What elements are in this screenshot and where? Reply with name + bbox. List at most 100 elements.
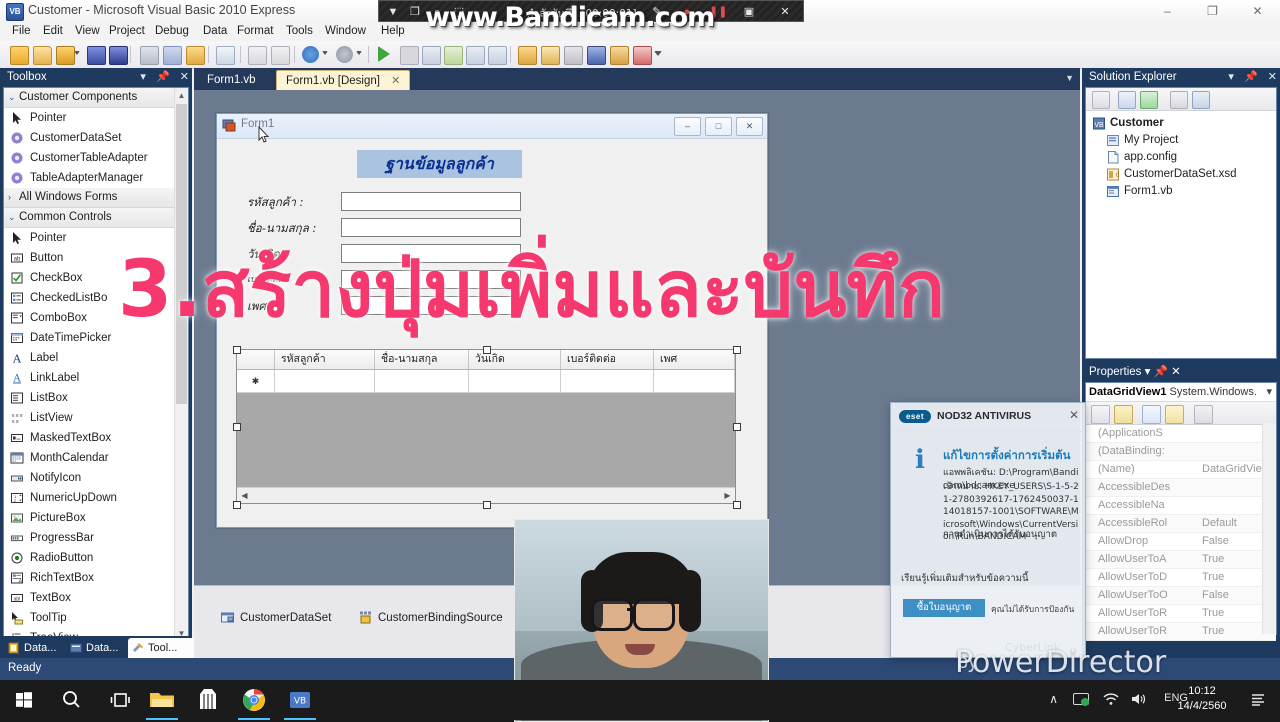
property-row[interactable]: AllowUserToR True <box>1086 623 1276 641</box>
refresh-icon[interactable] <box>1140 91 1158 109</box>
resize-handle-e[interactable] <box>733 423 741 431</box>
categorized-icon[interactable] <box>1091 405 1110 424</box>
file-explorer-button[interactable] <box>146 684 178 716</box>
window-target-icon[interactable]: ❐ <box>407 4 423 20</box>
property-value[interactable]: True <box>1202 551 1224 568</box>
label-customer-id[interactable]: รหัสลูกค้า : <box>247 194 303 212</box>
view-code-icon[interactable] <box>1170 91 1188 109</box>
step-out-icon[interactable] <box>488 46 507 65</box>
menu-help[interactable]: Help <box>376 24 410 39</box>
chevron-down-icon[interactable]: ⌄ <box>8 208 19 227</box>
property-row[interactable]: (DataBinding: <box>1086 443 1276 461</box>
property-row[interactable]: AllowUserToD True <box>1086 569 1276 587</box>
window-controls[interactable]: – ❐ ✕ <box>1145 0 1280 22</box>
property-value[interactable]: True <box>1202 623 1224 640</box>
eset-notification-toast[interactable]: eset NOD32 ANTIVIRUS ✕ ℹ แก้ไขการตั้งค่า… <box>890 402 1086 658</box>
toolbox-item-customerdataset[interactable]: CustomerDataSet <box>4 128 188 148</box>
menu-view[interactable]: View <box>70 24 105 39</box>
resize-handle-ne[interactable] <box>733 346 741 354</box>
resize-handle-sw[interactable] <box>233 501 241 509</box>
redo-icon[interactable] <box>336 46 353 63</box>
close-icon[interactable]: ✕ <box>180 71 189 83</box>
solution-explorer-toolbar[interactable] <box>1086 88 1276 111</box>
toolbox-category-all-windows-forms[interactable]: › All Windows Forms <box>4 188 188 208</box>
solution-tree[interactable]: VB Customer My Project app.config 0 Cust… <box>1086 111 1276 200</box>
menu-project[interactable]: Project <box>104 24 150 39</box>
save-all-icon[interactable] <box>109 46 128 65</box>
cut-icon[interactable] <box>140 46 159 65</box>
property-row[interactable]: AccessibleRol Default <box>1086 515 1276 533</box>
start-debug-icon[interactable] <box>378 46 390 62</box>
datagridview1[interactable]: รหัสลูกค้า ชื่อ-นามสกุล วันเกิด เบอร์ติด… <box>236 349 736 504</box>
toolbox-item-tooltip[interactable]: ToolTip <box>4 608 188 628</box>
chevron-down-icon[interactable] <box>74 51 80 55</box>
copy-icon[interactable] <box>163 46 182 65</box>
property-row[interactable]: AllowUserToO False <box>1086 587 1276 605</box>
properties-grid[interactable]: DataGridView1 System.Windows. ▾ (Applica… <box>1085 382 1277 641</box>
grid-cell-phone[interactable] <box>561 370 654 392</box>
property-row[interactable]: AllowUserToA True <box>1086 551 1276 569</box>
property-row[interactable]: (ApplicationS <box>1086 425 1276 443</box>
comment-icon[interactable] <box>248 46 267 65</box>
undo-dropdown-icon[interactable] <box>322 51 328 55</box>
properties-view-icon[interactable] <box>1142 405 1161 424</box>
properties-window-icon[interactable] <box>541 46 560 65</box>
task-view-button[interactable] <box>104 684 136 716</box>
new-project-icon[interactable] <box>10 46 29 65</box>
toolbox-item-listview[interactable]: 88888 ListView <box>4 408 188 428</box>
menu-debug[interactable]: Debug <box>150 24 194 39</box>
property-pages-icon[interactable] <box>1194 405 1213 424</box>
properties-toolbar[interactable] <box>1086 402 1276 425</box>
textbox-fullname[interactable] <box>341 218 521 237</box>
menu-file[interactable]: File <box>7 24 36 39</box>
open-file-icon[interactable] <box>33 46 52 65</box>
toolbox-list[interactable]: ⌄ Customer Components Pointer CustomerDat… <box>3 87 189 642</box>
form-heading-label[interactable]: ฐานข้อมูลลูกค้า <box>357 150 522 178</box>
close-icon[interactable]: ✕ <box>391 75 400 87</box>
menu-edit[interactable]: Edit <box>38 24 68 39</box>
toolbox-scrollbar[interactable]: ▲ ▼ <box>174 88 188 641</box>
windows-taskbar[interactable]: VB ∧ ENG 10:12 14/4/2560 <box>0 680 1280 720</box>
grid-cell-birthdate[interactable] <box>469 370 561 392</box>
step-icon[interactable] <box>422 46 441 65</box>
scroll-up-arrow[interactable]: ▲ <box>175 88 188 103</box>
wifi-icon[interactable] <box>1102 692 1120 709</box>
step-over-icon[interactable] <box>466 46 485 65</box>
object-browser-icon[interactable] <box>587 46 606 65</box>
document-tabstrip[interactable]: Form1.vb Form1.vb [Design] ✕ ▼ <box>194 68 1080 90</box>
resize-handle-w[interactable] <box>233 423 241 431</box>
find-icon[interactable] <box>216 46 235 65</box>
property-value[interactable]: Default <box>1202 515 1237 532</box>
form-minimize-button[interactable]: – <box>674 117 701 136</box>
pin-icon[interactable]: 📌 <box>156 71 170 83</box>
paste-icon[interactable] <box>186 46 205 65</box>
form-close-button[interactable]: ✕ <box>736 117 763 136</box>
toolbox-item-customertableadapter[interactable]: CustomerTableAdapter <box>4 148 188 168</box>
chevron-down-icon[interactable]: ▾ <box>140 71 146 83</box>
property-value[interactable]: True <box>1202 569 1224 586</box>
toolbox-item-linklabel[interactable]: A LinkLabel <box>4 368 188 388</box>
resize-handle-s[interactable] <box>483 501 491 509</box>
uncomment-icon[interactable] <box>271 46 290 65</box>
grid-cell-fullname[interactable] <box>375 370 469 392</box>
tray-item-customerbindingsource[interactable]: CustomerBindingSource <box>358 610 503 626</box>
redo-dropdown-icon[interactable] <box>356 51 362 55</box>
step-into-icon[interactable] <box>444 46 463 65</box>
grid-column-header-phone[interactable]: เบอร์ติดต่อ <box>561 350 654 369</box>
toolbox-category-common-controls[interactable]: ⌄ Common Controls <box>4 208 188 228</box>
label-fullname[interactable]: ชื่อ-นามสกุล : <box>247 220 316 238</box>
toolbox-item-maskedtextbox[interactable]: MaskedTextBox <box>4 428 188 448</box>
property-rows[interactable]: (ApplicationS (DataBinding: (Name) DataGrid… <box>1086 425 1276 641</box>
form-window-controls[interactable]: – □ ✕ <box>674 117 763 136</box>
properties-icon[interactable] <box>1092 91 1110 109</box>
property-row[interactable]: AllowDrop False <box>1086 533 1276 551</box>
add-item-icon[interactable] <box>56 46 75 65</box>
toolbox-item-listbox[interactable]: ListBox <box>4 388 188 408</box>
pin-icon[interactable]: 📌 <box>1244 71 1258 83</box>
chevron-down-icon[interactable]: ⌄ <box>8 88 19 107</box>
tree-node-app-config[interactable]: app.config <box>1104 149 1276 166</box>
chevron-up-icon[interactable]: ∧ <box>1049 692 1058 706</box>
toolbox-category-customer-components[interactable]: ⌄ Customer Components <box>4 88 188 108</box>
chrome-button[interactable] <box>238 684 270 716</box>
menu-data[interactable]: Data <box>198 24 232 39</box>
